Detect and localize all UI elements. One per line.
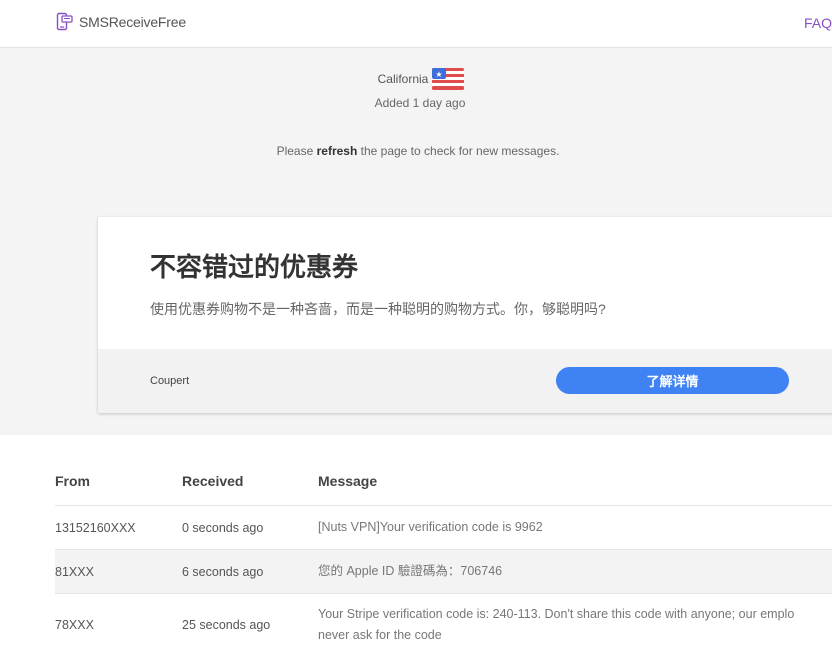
table-row[interactable]: 78XXX 25 seconds ago Your Stripe verific… (55, 594, 832, 656)
refresh-word: refresh (316, 144, 358, 158)
faq-link[interactable]: FAQ (804, 15, 832, 31)
logo-text: SMSReceiveFree (79, 14, 186, 30)
advertisement-card[interactable]: 不容错过的优惠券 使用优惠券购物不是一种吝啬，而是一种聪明的购物方式。你，够聪明… (98, 217, 832, 413)
added-time: Added 1 day ago (374, 96, 466, 110)
learn-more-button[interactable]: 了解详情 (556, 367, 789, 394)
sender-number: 81XXX (55, 565, 94, 579)
us-flag-icon: ★ (432, 68, 465, 90)
table-row[interactable]: 13152160XXX 0 seconds ago [Nuts VPN]Your… (55, 506, 832, 550)
column-header-message: Message (318, 473, 378, 489)
message-text: 您的 Apple ID 驗證碼為：706746 (318, 564, 503, 578)
sender-number: 78XXX (55, 618, 94, 632)
location-label: California (377, 72, 429, 86)
site-header: SMSReceiveFree FAQ (0, 0, 832, 48)
refresh-notice: Please refresh the page to check for new… (276, 144, 560, 158)
ad-title: 不容错过的优惠券 (150, 252, 359, 282)
number-info-section: California ★ Added 1 day ago Please refr… (0, 48, 832, 435)
svg-text:★: ★ (436, 70, 443, 79)
received-time: 0 seconds ago (182, 521, 264, 535)
phone-message-icon (56, 12, 73, 31)
sender-number: 13152160XXX (55, 521, 136, 535)
ad-description: 使用优惠券购物不是一种吝啬，而是一种聪明的购物方式。你，够聪明吗? (150, 301, 606, 317)
location-row: California ★ (0, 68, 832, 90)
message-text: Your Stripe verification code is: 240-11… (318, 607, 795, 642)
column-header-from: From (55, 473, 90, 489)
table-row[interactable]: 81XXX 6 seconds ago 您的 Apple ID 驗證碼為：706… (55, 550, 832, 594)
column-header-received: Received (182, 473, 244, 489)
received-time: 25 seconds ago (182, 618, 271, 632)
table-header: From Received Message (55, 435, 832, 506)
ad-brand: Coupert (150, 375, 190, 387)
received-time: 6 seconds ago (182, 565, 264, 579)
site-logo[interactable]: SMSReceiveFree (56, 12, 186, 32)
message-text: [Nuts VPN]Your verification code is 9962 (318, 520, 543, 534)
ad-footer: Coupert 了解详情 (98, 349, 832, 413)
